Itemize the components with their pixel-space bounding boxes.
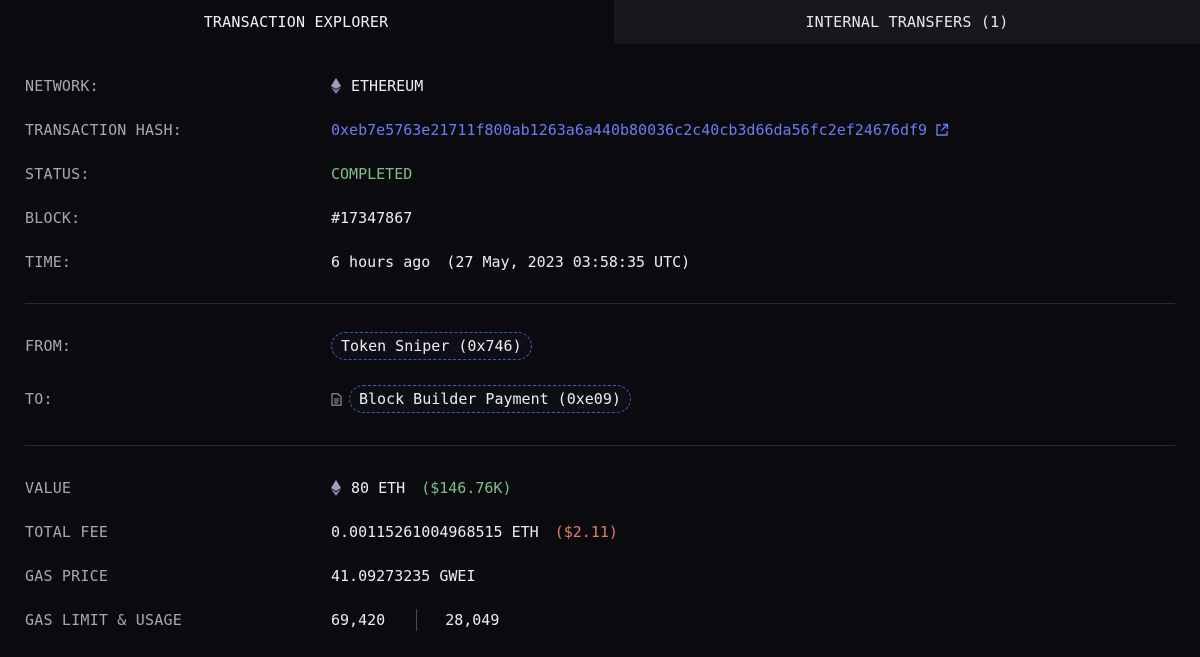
ethereum-icon — [331, 480, 341, 496]
to-address-pill[interactable]: Block Builder Payment (0xe09) — [349, 385, 631, 413]
transaction-hash-link[interactable]: 0xeb7e5763e21711f800ab1263a6a440b80036c2… — [331, 121, 927, 139]
to-value: Block Builder Payment (0xe09) — [331, 385, 631, 413]
total-fee-amount: 0.00115261004968515 ETH — [331, 523, 539, 541]
block-row: BLOCK: #17347867 — [25, 196, 1175, 240]
tab-transaction-explorer[interactable]: TRANSACTION EXPLORER — [0, 0, 592, 44]
status-value: COMPLETED — [331, 165, 413, 183]
ethereum-icon — [331, 78, 341, 94]
time-relative: 6 hours ago — [331, 253, 431, 271]
transaction-hash-label: TRANSACTION HASH: — [25, 121, 182, 139]
from-label: FROM: — [25, 337, 72, 355]
network-name: ETHEREUM — [351, 77, 424, 95]
time-value: 6 hours ago (27 May, 2023 03:58:35 UTC) — [331, 253, 690, 271]
value-value: 80 ETH ($146.76K) — [331, 479, 512, 497]
total-fee-usd: ($2.11) — [554, 523, 618, 541]
gas-separator — [416, 609, 418, 631]
gas-price-row: GAS PRICE 41.09273235 GWEI — [25, 554, 1175, 598]
value-usd: ($146.76K) — [421, 479, 512, 497]
gas-limit-value: 69,420 28,049 — [331, 609, 499, 631]
tab-transaction-explorer-label: TRANSACTION EXPLORER — [203, 13, 389, 31]
tab-internal-transfers[interactable]: INTERNAL TRANSFERS (1) — [614, 0, 1200, 44]
time-absolute: (27 May, 2023 03:58:35 UTC) — [446, 253, 691, 271]
status-label: STATUS: — [25, 165, 90, 183]
transaction-details: NETWORK: ETHEREUM TRANSACTION HASH: 0xeb… — [0, 44, 1200, 642]
gas-usage-amount: 28,049 — [445, 611, 500, 629]
tab-bar: TRANSACTION EXPLORER INTERNAL TRANSFERS … — [0, 0, 1200, 44]
to-label: TO: — [25, 390, 53, 408]
gas-limit-label: GAS LIMIT & USAGE — [25, 611, 182, 629]
time-row: TIME: 6 hours ago (27 May, 2023 03:58:35… — [25, 240, 1175, 284]
value-label: VALUE — [25, 479, 72, 497]
network-label: NETWORK: — [25, 77, 99, 95]
value-amount: 80 ETH — [351, 479, 406, 497]
total-fee-row: TOTAL FEE 0.00115261004968515 ETH ($2.11… — [25, 510, 1175, 554]
gas-limit-amount: 69,420 — [331, 611, 386, 629]
network-value: ETHEREUM — [331, 77, 423, 95]
from-address-pill[interactable]: Token Sniper (0x746) — [331, 332, 532, 360]
gas-price-value: 41.09273235 GWEI — [331, 567, 476, 585]
from-value: Token Sniper (0x746) — [331, 332, 532, 360]
block-label: BLOCK: — [25, 209, 81, 227]
block-value: #17347867 — [331, 209, 413, 227]
tab-internal-transfers-label: INTERNAL TRANSFERS (1) — [805, 13, 1009, 31]
to-address-text: Block Builder Payment (0xe09) — [359, 390, 621, 408]
total-fee-value: 0.00115261004968515 ETH ($2.11) — [331, 523, 618, 541]
transaction-hash-value: 0xeb7e5763e21711f800ab1263a6a440b80036c2… — [331, 121, 949, 139]
from-row: FROM: Token Sniper (0x746) — [25, 324, 1175, 368]
time-label: TIME: — [25, 253, 72, 271]
transaction-explorer-page: TRANSACTION EXPLORER INTERNAL TRANSFERS … — [0, 0, 1200, 657]
contract-document-icon — [331, 392, 342, 406]
to-row: TO: Block Builder Payment (0xe09) — [25, 377, 1175, 421]
status-row: STATUS: COMPLETED — [25, 152, 1175, 196]
network-row: NETWORK: ETHEREUM — [25, 64, 1175, 108]
total-fee-label: TOTAL FEE — [25, 523, 109, 541]
gas-limit-row: GAS LIMIT & USAGE 69,420 28,049 — [25, 598, 1175, 642]
external-link-icon[interactable] — [935, 123, 949, 137]
value-row: VALUE 80 ETH ($146.76K) — [25, 466, 1175, 510]
from-address-text: Token Sniper (0x746) — [341, 337, 522, 355]
gas-price-label: GAS PRICE — [25, 567, 109, 585]
transaction-hash-row: TRANSACTION HASH: 0xeb7e5763e21711f800ab… — [25, 108, 1175, 152]
